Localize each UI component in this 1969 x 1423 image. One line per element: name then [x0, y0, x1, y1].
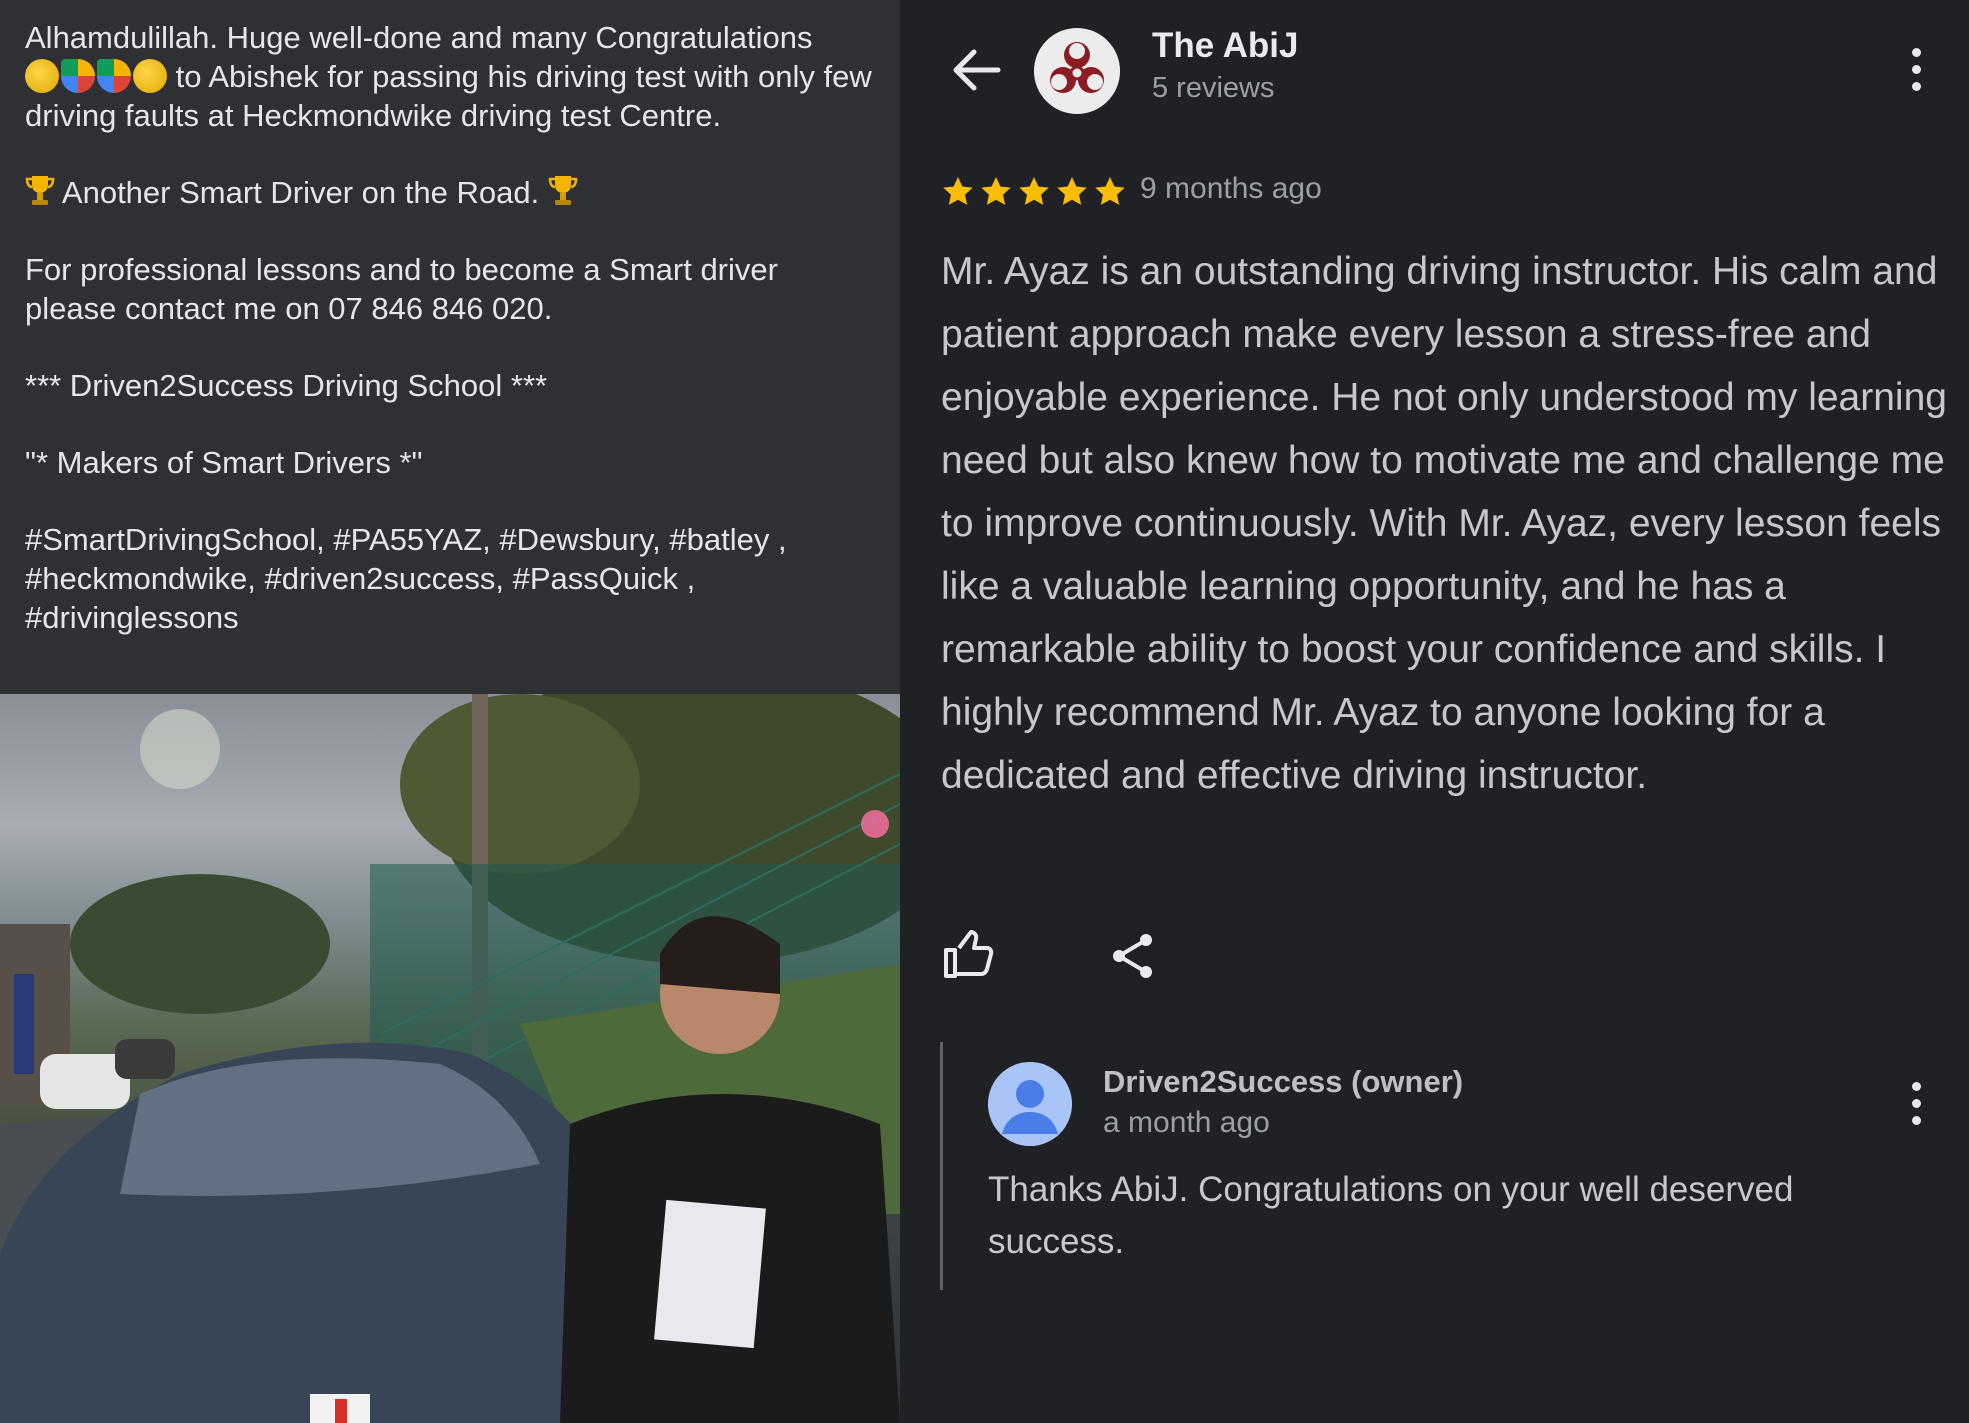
- review-time: 9 months ago: [1140, 172, 1322, 205]
- post-smart-driver-text: Another Smart Driver on the Road.: [61, 175, 540, 210]
- google-review-panel: The AbiJ 5 reviews 9 months ago Mr. Ayaz…: [900, 0, 1969, 1423]
- trophy-icon: [548, 176, 578, 205]
- star-icon: [1019, 177, 1049, 205]
- post-congrats-line: Alhamdulillah. Huge well-done and many C…: [25, 20, 813, 55]
- facebook-post-panel: Alhamdulillah. Huge well-done and many C…: [0, 0, 900, 1423]
- reviewer-review-count: 5 reviews: [1152, 72, 1275, 104]
- post-paragraph-contact: For professional lessons and to become a…: [25, 252, 778, 326]
- star-icon: [1057, 177, 1087, 205]
- owner-name: Driven2Success (owner): [1103, 1064, 1464, 1099]
- back-arrow-icon[interactable]: [950, 46, 1002, 94]
- trophy-icon: [25, 176, 55, 205]
- owner-reply-divider: [940, 1042, 943, 1290]
- owner-avatar: [988, 1062, 1072, 1146]
- thumbs-up-icon[interactable]: [942, 928, 994, 980]
- review-text: Mr. Ayaz is an outstanding driving instr…: [941, 250, 1947, 797]
- party-popper-icon: [61, 59, 95, 93]
- clapping-hands-icon: [133, 59, 167, 93]
- owner-reply-more-options-icon[interactable]: [1909, 1082, 1921, 1128]
- party-popper-icon: [97, 59, 131, 93]
- star-icon: [981, 177, 1011, 205]
- post-paragraph-school: *** Driven2Success Driving School ***: [25, 368, 548, 403]
- star-rating: [940, 174, 1128, 210]
- post-text: Alhamdulillah. Huge well-done and many C…: [0, 0, 900, 694]
- owner-reply-text: Thanks AbiJ. Congratulations on your wel…: [988, 1170, 1794, 1261]
- owner-reply-time: a month ago: [1103, 1106, 1270, 1139]
- star-icon: [1095, 177, 1125, 205]
- pass-photo-illustration: [0, 694, 900, 1423]
- post-photo[interactable]: [0, 694, 900, 1423]
- post-paragraph-smart-driver: Another Smart Driver on the Road.: [25, 173, 875, 212]
- celebration-emojis: [25, 59, 167, 93]
- person-icon: [988, 1062, 1072, 1146]
- reviewer-name[interactable]: The AbiJ: [1152, 26, 1299, 66]
- clapping-hands-icon: [25, 59, 59, 93]
- reviewer-avatar[interactable]: [1034, 28, 1120, 114]
- post-paragraph-tagline: "* Makers of Smart Drivers *": [25, 445, 423, 480]
- post-paragraph-congrats: Alhamdulillah. Huge well-done and many C…: [25, 18, 875, 135]
- post-paragraph-hashtags: #SmartDrivingSchool, #PA55YAZ, #Dewsbury…: [25, 522, 787, 635]
- share-icon[interactable]: [1110, 932, 1156, 980]
- review-more-options-icon[interactable]: [1909, 48, 1921, 94]
- star-icon: [943, 177, 973, 205]
- biohazard-icon: [1034, 28, 1120, 114]
